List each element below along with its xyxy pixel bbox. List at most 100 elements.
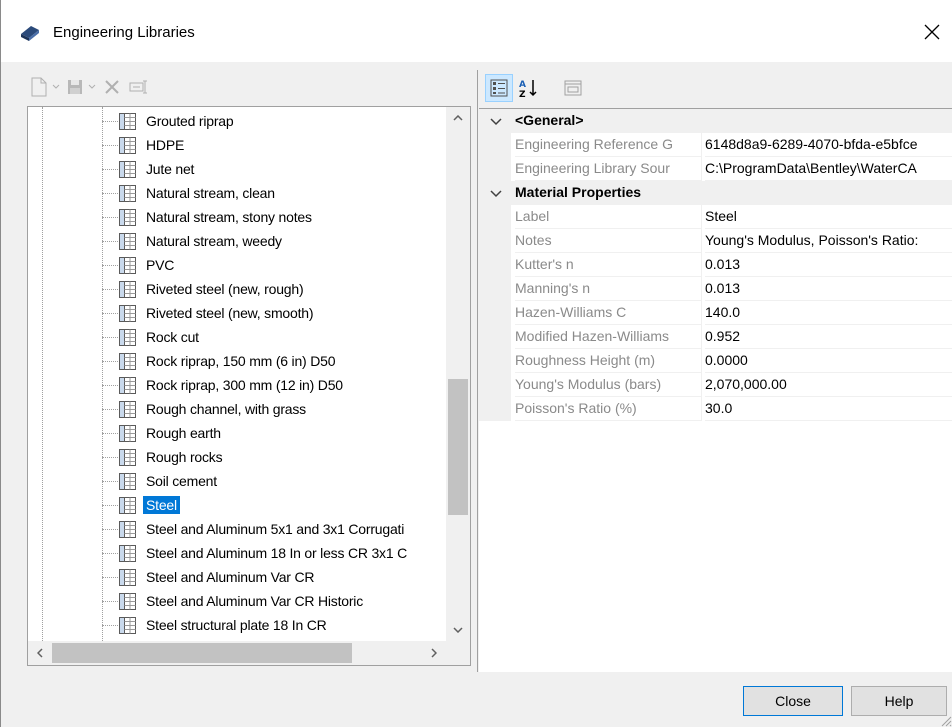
tree-item-label: Rock riprap, 150 mm (6 in) D50 [146,353,336,369]
property-name: Roughness Height (m) [515,349,702,373]
property-value[interactable]: 6148d8a9-6289-4070-bfda-e5bfce [705,133,952,157]
tree-item[interactable]: HDPE [102,133,446,157]
tree-item-label: Steel and Aluminum Var CR Historic [146,593,364,609]
new-dropdown-icon[interactable] [51,74,61,100]
property-value[interactable]: 30.0 [705,397,952,421]
tree-item[interactable]: Steel and Aluminum Var CR Historic [102,589,446,613]
tree-item[interactable]: Rough earth [102,421,446,445]
category-label: <General> [515,112,584,128]
table-document-icon [119,472,136,490]
horizontal-scroll-thumb[interactable] [52,643,352,663]
tree-connector [102,264,118,266]
tree-item-label: Steel and Aluminum 18 In or less CR 3x1 … [146,545,408,561]
close-icon[interactable] [918,18,946,46]
property-gutter [479,325,511,349]
tree-item[interactable]: Steel structural plate 18 In CR [102,613,446,637]
property-value[interactable]: C:\ProgramData\Bentley\WaterCA [705,157,952,181]
tree-connector [102,120,118,122]
tree-item-label: Natural stream, clean [146,185,275,201]
alphabetical-sort-icon[interactable]: A Z [515,74,543,102]
tree-horizontal-scrollbar[interactable] [28,641,446,665]
table-document-icon [119,112,136,130]
property-row[interactable]: Engineering Library Sour C:\ProgramData\B… [479,157,952,181]
resize-grip-icon[interactable] [936,711,952,727]
property-name: Manning's n [515,277,702,301]
tree-item[interactable]: Steel and Aluminum 18 In or less CR 3x1 … [102,541,446,565]
tree-item-label: Soil cement [146,473,217,489]
category-general[interactable]: <General> [479,109,952,133]
tree-connector [102,144,118,146]
tree-item[interactable]: Steel and Aluminum 5x1 and 3x1 Corrugati [102,517,446,541]
chevron-down-icon[interactable] [487,183,505,203]
tree-item[interactable]: Steel and Aluminum Var CR [102,565,446,589]
help-button[interactable]: Help [851,686,947,716]
property-row[interactable]: Roughness Height (m) 0.0000 [479,349,952,373]
scroll-right-icon[interactable] [422,641,446,665]
close-button[interactable]: Close [743,686,843,716]
tree-item[interactable]: Grouted riprap [102,109,446,133]
tree-item[interactable]: Rock riprap, 150 mm (6 in) D50 [102,349,446,373]
tree-item-label: Steel and Aluminum Var CR [146,569,315,585]
property-value[interactable]: 0.013 [705,277,952,301]
rename-icon[interactable] [127,74,151,100]
table-document-icon [119,352,136,370]
property-row[interactable]: Modified Hazen-Williams 0.952 [479,325,952,349]
tree-connector [102,384,118,386]
save-dropdown-icon[interactable] [87,74,97,100]
property-gutter [479,373,511,397]
scroll-up-icon[interactable] [446,107,470,129]
categorized-view-icon[interactable] [485,74,513,102]
splitter[interactable] [477,70,478,672]
property-value[interactable]: 0.952 [705,325,952,349]
tree-item[interactable]: Rough rocks [102,445,446,469]
save-icon[interactable] [65,74,85,100]
property-row[interactable]: Hazen-Williams C 140.0 [479,301,952,325]
property-name: Label [515,205,702,229]
property-row[interactable]: Young's Modulus (bars) 2,070,000.00 [479,373,952,397]
scroll-left-icon[interactable] [28,641,52,665]
tree-item[interactable]: Soil cement [102,469,446,493]
property-row[interactable]: Notes Young's Modulus, Poisson's Ratio: [479,229,952,253]
property-row[interactable]: Manning's n 0.013 [479,277,952,301]
tree-connector [102,336,118,338]
table-document-icon [119,520,136,538]
property-row[interactable]: Engineering Reference G 6148d8a9-6289-407… [479,133,952,157]
delete-icon[interactable] [101,74,123,100]
property-value[interactable]: 0.013 [705,253,952,277]
tree-connector [102,552,118,554]
property-value[interactable]: 0.0000 [705,349,952,373]
property-value[interactable]: 140.0 [705,301,952,325]
property-gutter [479,349,511,373]
category-material-properties[interactable]: Material Properties [479,181,952,205]
vertical-scroll-thumb[interactable] [448,379,468,515]
property-row[interactable]: Poisson's Ratio (%) 30.0 [479,397,952,421]
property-row[interactable]: Kutter's n 0.013 [479,253,952,277]
tree-item[interactable]: Rock cut [102,325,446,349]
table-document-icon [119,376,136,394]
property-value[interactable]: Young's Modulus, Poisson's Ratio: [705,229,952,253]
tree-item-label: HDPE [146,137,185,153]
property-row[interactable]: Label Steel [479,205,952,229]
tree-item[interactable]: Natural stream, clean [102,181,446,205]
tree-item[interactable]: Natural stream, weedy [102,229,446,253]
tree-item-label: Rough rocks [146,449,223,465]
tree-item-label: Riveted steel (new, rough) [146,281,304,297]
property-name: Engineering Reference G [515,133,702,157]
tree-item[interactable]: Rough channel, with grass [102,397,446,421]
tree-item[interactable]: Steel [102,493,446,517]
property-pages-icon[interactable] [559,74,587,102]
table-document-icon [119,304,136,322]
new-icon[interactable] [29,74,49,100]
scroll-down-icon[interactable] [446,619,470,641]
tree-item[interactable]: Natural stream, stony notes [102,205,446,229]
tree-item[interactable]: Jute net [102,157,446,181]
tree-vertical-scrollbar[interactable] [446,107,470,641]
tree-item[interactable]: PVC [102,253,446,277]
chevron-down-icon[interactable] [487,111,505,131]
tree-item[interactable]: Riveted steel (new, smooth) [102,301,446,325]
property-value[interactable]: Steel [705,205,952,229]
property-value[interactable]: 2,070,000.00 [705,373,952,397]
tree-item[interactable]: Riveted steel (new, rough) [102,277,446,301]
table-document-icon [119,136,136,154]
tree-item[interactable]: Rock riprap, 300 mm (12 in) D50 [102,373,446,397]
